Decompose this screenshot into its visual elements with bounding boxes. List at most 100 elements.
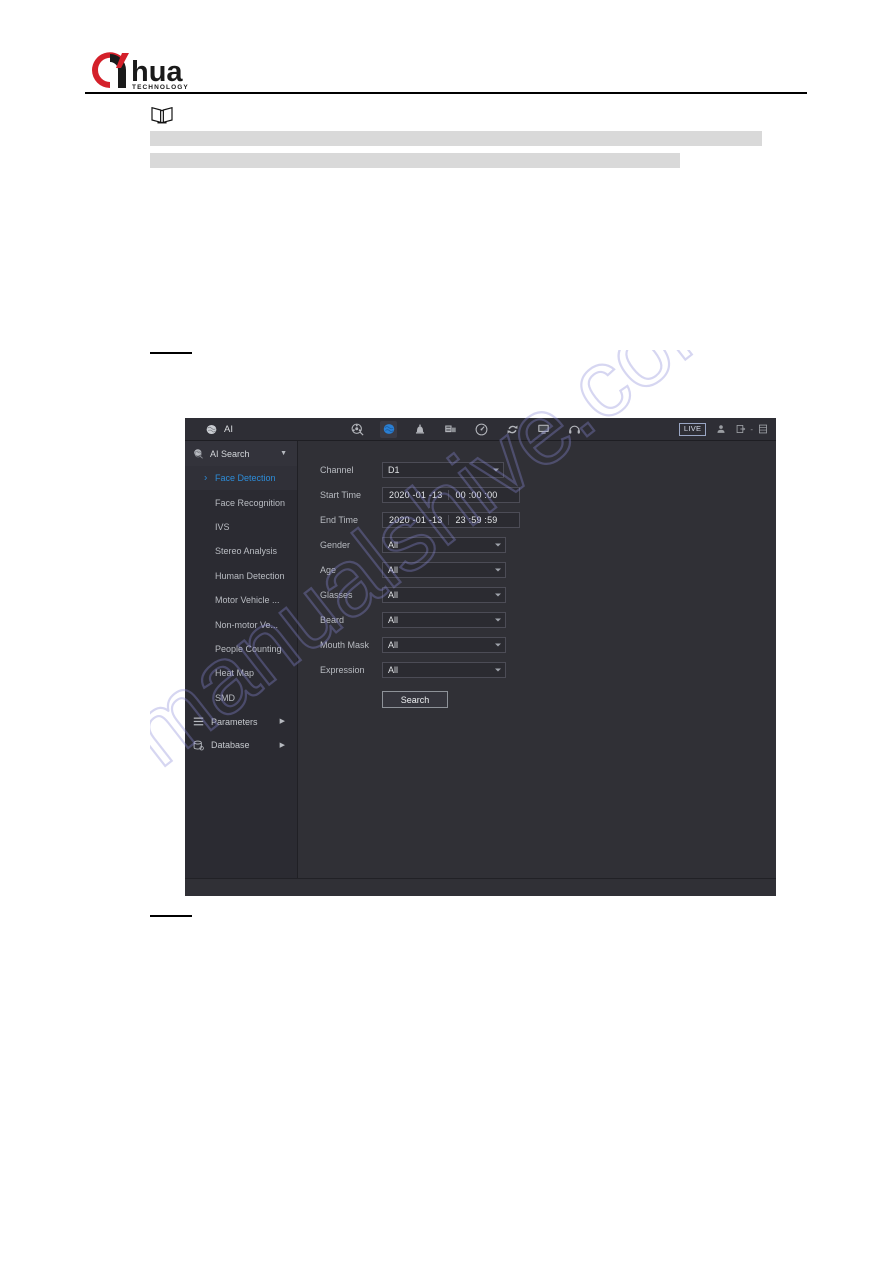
window-title-label: AI (224, 423, 233, 435)
end-date-value[interactable]: 2020 -01 -13 (383, 514, 450, 525)
caption-rule-below-figure (150, 915, 192, 917)
dashboard-gauge-icon[interactable] (473, 421, 490, 438)
form-row-mouth-mask: Mouth Mask All (320, 632, 776, 657)
sidebar-item-database[interactable]: Database ▶ (185, 733, 297, 757)
chevron-right-icon: ▶ (279, 718, 285, 726)
form-row-end-time: End Time 2020 -01 -13 23 :59 :59 (320, 507, 776, 532)
age-select[interactable]: All (382, 561, 506, 578)
notice-block (150, 105, 790, 168)
nvr-content-area: AI Search ▼ Face Detection Face Recognit… (185, 441, 776, 878)
status-separator: - (750, 424, 753, 434)
sidebar-item-label: Stereo Analysis (215, 546, 278, 557)
form-row-age: Age All (320, 557, 776, 582)
nvr-ai-window: AI LIVE - AI Search ▼ › Face Detection F… (185, 418, 776, 896)
redacted-text-line (150, 153, 680, 168)
gender-select[interactable]: All (382, 536, 506, 553)
search-button-row: Search (320, 691, 776, 708)
beard-value: All (388, 614, 399, 625)
gender-label: Gender (320, 539, 351, 550)
chevron-down-icon (493, 468, 499, 471)
dahua-logo: hua TECHNOLOGY (88, 48, 288, 92)
sidebar-item-label: Non-motor Ve... (215, 619, 279, 630)
channel-select[interactable]: D1 (382, 461, 504, 478)
mouth-mask-label: Mouth Mask (320, 639, 370, 650)
nvr-title-bar: AI LIVE - (185, 418, 776, 441)
sidebar-item-smd[interactable]: SMD (185, 686, 297, 710)
sidebar-item-parameters[interactable]: Parameters ▶ (185, 710, 297, 734)
face-detection-search-form: Channel D1 Start Time 2020 -01 -13 00 :0… (298, 441, 776, 878)
glasses-select[interactable]: All (382, 586, 506, 603)
book-note-icon (151, 106, 173, 124)
chevron-right-icon: ▶ (279, 741, 285, 749)
sidebar-item-stereo-analysis[interactable]: Stereo Analysis (185, 539, 297, 563)
glasses-value: All (388, 589, 399, 600)
start-time-field[interactable]: 2020 -01 -13 00 :00 :00 (382, 486, 520, 503)
backup-icon[interactable] (442, 421, 459, 438)
sidebar-item-label: IVS (215, 521, 230, 532)
audio-headset-icon[interactable] (566, 421, 583, 438)
mouth-mask-value: All (388, 639, 399, 650)
shutdown-menu-icon[interactable] (757, 424, 768, 435)
end-time-value[interactable]: 23 :59 :59 (449, 515, 503, 525)
age-label: Age (320, 564, 337, 575)
age-value: All (388, 564, 399, 575)
sidebar-item-non-motor-vehicle[interactable]: Non-motor Ve... (185, 612, 297, 636)
end-time-field[interactable]: 2020 -01 -13 23 :59 :59 (382, 511, 520, 528)
user-account-icon[interactable] (715, 424, 726, 435)
alarm-bell-icon[interactable] (411, 421, 428, 438)
sidebar-item-people-counting[interactable]: People Counting (185, 637, 297, 661)
start-date-value[interactable]: 2020 -01 -13 (383, 489, 450, 500)
chevron-down-icon (495, 568, 501, 571)
expression-value: All (388, 664, 399, 675)
caption-rule-above-figure (150, 352, 192, 354)
sidebar-footer-label: Parameters (211, 716, 258, 727)
sidebar-item-heat-map[interactable]: Heat Map (185, 661, 297, 685)
sidebar-item-label: SMD (215, 692, 235, 703)
sidebar-item-label: Heat Map (215, 668, 255, 679)
live-badge: LIVE (678, 422, 707, 436)
mouth-mask-select[interactable]: All (382, 636, 506, 653)
svg-text:TECHNOLOGY: TECHNOLOGY (132, 84, 189, 91)
sidebar-item-label: Face Recognition (215, 497, 286, 508)
sidebar-item-label: Motor Vehicle ... (215, 595, 280, 606)
nvr-nav-icon-bar[interactable] (349, 418, 583, 440)
form-row-expression: Expression All (320, 657, 776, 682)
document-page: hua TECHNOLOGY AI LIVE - AI Search ▼ › F… (0, 0, 893, 1263)
logout-icon[interactable] (735, 424, 746, 435)
sidebar-item-face-detection[interactable]: Face Detection (185, 466, 297, 491)
end-time-label: End Time (320, 514, 359, 525)
form-row-channel: Channel D1 (320, 457, 776, 482)
chevron-down-icon (495, 593, 501, 596)
ai-search-icon (194, 449, 203, 459)
beard-select[interactable]: All (382, 611, 506, 628)
sidebar-group-ai-search[interactable]: AI Search ▼ (185, 441, 297, 466)
ai-brain-icon[interactable] (380, 420, 397, 438)
sidebar-item-label: People Counting (215, 643, 282, 654)
sidebar-item-ivs[interactable]: IVS (185, 515, 297, 539)
chevron-down-icon (495, 643, 501, 646)
nvr-sidebar: AI Search ▼ Face Detection Face Recognit… (185, 441, 298, 878)
sidebar-item-motor-vehicle[interactable]: Motor Vehicle ... (185, 588, 297, 612)
search-playback-icon[interactable] (349, 421, 366, 438)
sidebar-item-face-recognition[interactable]: Face Recognition (185, 490, 297, 514)
form-row-beard: Beard All (320, 607, 776, 632)
ai-brain-icon (206, 424, 217, 434)
start-time-value[interactable]: 00 :00 :00 (449, 490, 503, 500)
form-row-start-time: Start Time 2020 -01 -13 00 :00 :00 (320, 482, 776, 507)
beard-label: Beard (320, 614, 345, 625)
chevron-down-icon: ▼ (280, 450, 287, 457)
chevron-down-icon (495, 543, 501, 546)
search-button[interactable]: Search (382, 691, 448, 708)
database-icon (193, 740, 204, 751)
expression-select[interactable]: All (382, 661, 506, 678)
maintenance-refresh-icon[interactable] (504, 421, 521, 438)
form-row-glasses: Glasses All (320, 582, 776, 607)
nvr-status-area: LIVE - (678, 418, 768, 440)
nvr-footer-bar (185, 878, 776, 896)
start-time-label: Start Time (320, 489, 362, 500)
redacted-text-line (150, 131, 762, 146)
chevron-down-icon (495, 668, 501, 671)
display-monitor-icon[interactable] (535, 421, 552, 438)
channel-label: Channel (320, 464, 354, 475)
sidebar-item-human-detection[interactable]: Human Detection (185, 564, 297, 588)
